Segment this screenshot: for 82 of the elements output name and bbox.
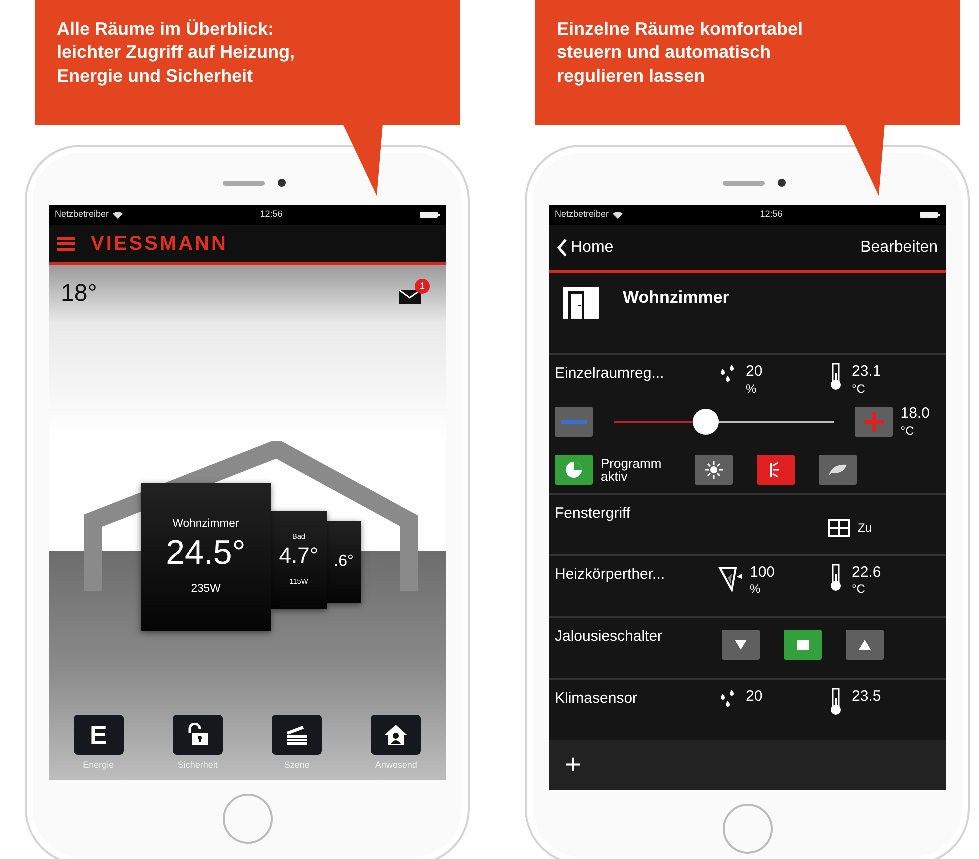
room-name: Wohnzimmer: [172, 516, 240, 532]
thermometer-icon: [828, 688, 844, 716]
device-name: Einzelraumreg...: [555, 364, 666, 384]
status-time: 12:56: [260, 208, 283, 222]
notification-count: 1: [415, 278, 430, 294]
blind-button[interactable]: [784, 630, 822, 660]
edit-link[interactable]: Bearbeiten: [860, 236, 938, 260]
setpoint-value: 18.0: [900, 404, 930, 424]
slider-thumb[interactable]: [693, 408, 720, 435]
room-card[interactable]: .6°: [327, 521, 361, 603]
triangle-up-icon: [859, 640, 871, 650]
room-title: Wohnzimmer: [623, 287, 730, 309]
battery-icon: [420, 211, 440, 219]
wifi-icon: [113, 211, 124, 219]
camera-icon: [778, 179, 786, 187]
room-card[interactable]: Wohnzimmer 24.5° 235W: [141, 483, 271, 631]
speaker-icon: [722, 181, 764, 186]
camera-icon: [278, 179, 286, 187]
outdoor-temperature: 18°: [61, 279, 98, 309]
back-link[interactable]: Home: [557, 236, 614, 260]
window-state: Zu: [858, 520, 872, 536]
mail-button[interactable]: 1: [399, 278, 430, 310]
menu-icon[interactable]: [57, 236, 75, 250]
carrier-name: Netzbetreiber: [55, 208, 110, 222]
logo: VIESSMANN: [91, 232, 228, 256]
room-temperature: .6°: [334, 552, 354, 572]
reading-value: 22.6: [852, 564, 882, 582]
door-icon: [563, 285, 599, 321]
thermometer-icon: [828, 564, 844, 592]
plus-icon: [864, 412, 884, 432]
program-button[interactable]: [555, 454, 593, 484]
blind-button[interactable]: [722, 630, 760, 660]
energy-button[interactable]: E: [74, 714, 124, 754]
reading-value: 20: [746, 688, 763, 706]
mail-icon: [399, 290, 421, 304]
chevron-left-icon: [557, 238, 567, 256]
reading-unit: °C: [852, 382, 866, 397]
add-button[interactable]: +: [565, 744, 582, 786]
clock-icon: [565, 460, 583, 478]
wifi-icon: [613, 211, 624, 219]
reading-unit: °C: [852, 582, 866, 598]
room-temperature: 4.7°: [279, 542, 319, 570]
status-time: 12:56: [760, 208, 783, 222]
window-icon: [828, 518, 850, 536]
reading-unit: %: [746, 382, 758, 397]
sun-icon: [705, 460, 723, 478]
device-name: Klimasensor: [555, 688, 639, 708]
carrier-name: Netzbetreiber: [555, 208, 610, 222]
callout-tail: [343, 124, 383, 196]
minus-icon: [561, 420, 587, 424]
mode-button[interactable]: [819, 454, 857, 484]
tile-label: Anwesend: [375, 758, 418, 772]
reading-value: 100: [750, 564, 776, 582]
tile-label: Sicherheit: [178, 758, 218, 772]
tile-label: Szene: [284, 758, 310, 772]
room-power: 235W: [191, 582, 221, 598]
callout-tail: [845, 124, 885, 196]
mode-button[interactable]: [695, 454, 733, 484]
tile-label: Energie: [83, 758, 114, 772]
blind-button[interactable]: [846, 630, 884, 660]
reading-value: 23.5: [852, 688, 882, 706]
thermometer-icon: [828, 363, 844, 391]
reading-value: 23.1: [852, 363, 882, 382]
device-name: Jalousieschalter: [555, 626, 664, 646]
program-label: Programm aktiv: [601, 456, 663, 482]
increase-button[interactable]: [854, 406, 893, 437]
speaker-icon: [222, 181, 264, 186]
battery-icon: [920, 211, 940, 219]
callout: Alle Räume im Überblick: leichter Zugriff auf Heizung, Energie und Sicherheit: [35, 0, 460, 125]
device-name: Heizkörperther...: [555, 564, 666, 584]
setpoint-unit: °C: [900, 424, 916, 438]
triangle-down-icon: [735, 640, 747, 650]
device-name: Fenstergriff: [555, 504, 632, 524]
leaf-icon: [828, 462, 848, 476]
callout: Einzelne Räume komfortabel steuern und automatisch regulieren lassen: [535, 0, 960, 125]
reading-value: 20: [746, 363, 763, 382]
clapperboard-icon[interactable]: [285, 724, 310, 746]
stop-icon: [797, 640, 809, 650]
room-temperature: 24.5°: [166, 532, 246, 574]
mode-button[interactable]: [757, 454, 795, 484]
reading-unit: %: [750, 582, 762, 598]
house-person-icon[interactable]: [384, 724, 408, 746]
